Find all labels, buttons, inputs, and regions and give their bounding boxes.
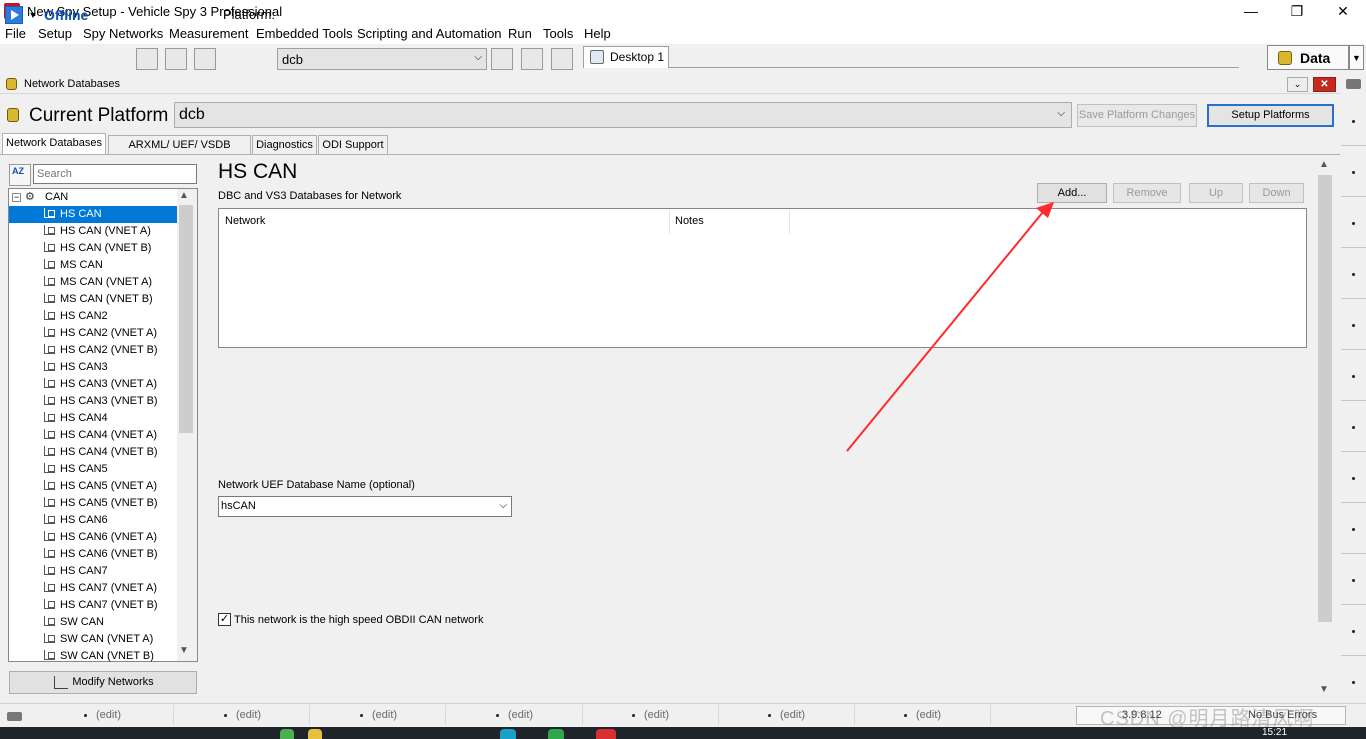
taskbar-clock: 15:21: [1262, 727, 1288, 738]
dock-divider: [1341, 196, 1366, 197]
status-cell-label: (edit): [96, 709, 122, 721]
dock-tab-marker[interactable]: [1352, 222, 1355, 225]
status-cell[interactable]: (edit): [768, 709, 805, 721]
dock-tab-marker[interactable]: [1352, 171, 1355, 174]
status-dot-icon: [904, 713, 907, 717]
status-dot-icon: [496, 713, 499, 717]
status-dot-icon: [768, 713, 771, 717]
dock-tab-marker[interactable]: [1352, 579, 1355, 582]
dock-tab-marker[interactable]: [1352, 120, 1355, 123]
dock-tab-marker[interactable]: [1352, 477, 1355, 480]
dock-divider: [1341, 247, 1366, 248]
status-cell[interactable]: (edit): [360, 709, 397, 721]
dock-tab-marker[interactable]: [1352, 426, 1355, 429]
status-cell[interactable]: (edit): [224, 709, 261, 721]
status-dot-icon: [224, 713, 227, 717]
taskbar-chat-icon[interactable]: [548, 729, 564, 739]
status-cell[interactable]: (edit): [904, 709, 941, 721]
status-cell-label: (edit): [644, 709, 670, 721]
status-divider: [173, 705, 174, 725]
dock-divider: [1341, 145, 1366, 146]
dock-divider: [1341, 502, 1366, 503]
status-dot-icon: [360, 713, 363, 717]
arrow-shaft: [846, 211, 1044, 452]
dock-tab-marker[interactable]: [1352, 528, 1355, 531]
status-divider: [718, 705, 719, 725]
status-divider: [445, 705, 446, 725]
dock-divider: [1341, 604, 1366, 605]
camera-icon[interactable]: [1346, 79, 1361, 89]
status-divider: [854, 705, 855, 725]
status-cell-label: (edit): [508, 709, 534, 721]
status-dot-icon: [84, 713, 87, 717]
status-dot-icon: [632, 713, 635, 717]
dock-tab-marker[interactable]: [1352, 273, 1355, 276]
taskbar: [0, 727, 1366, 739]
dock-tab-marker[interactable]: [1352, 375, 1355, 378]
dock-divider: [1341, 298, 1366, 299]
status-cell-label: (edit): [916, 709, 942, 721]
dock-divider: [1341, 400, 1366, 401]
dock-tab-marker[interactable]: [1352, 681, 1355, 684]
status-cell[interactable]: (edit): [84, 709, 121, 721]
status-cell-label: (edit): [236, 709, 262, 721]
camera-icon[interactable]: [7, 712, 22, 721]
dock-tab-marker[interactable]: [1352, 324, 1355, 327]
dock-divider: [1341, 655, 1366, 656]
dock-divider: [1341, 349, 1366, 350]
status-cell-label: (edit): [372, 709, 398, 721]
dock-divider: [1341, 553, 1366, 554]
version-label: 3.9.8.12: [1122, 709, 1162, 721]
taskbar-browser-icon[interactable]: [500, 729, 516, 739]
status-cell[interactable]: (edit): [496, 709, 533, 721]
status-divider: [309, 705, 310, 725]
dock-tab-marker[interactable]: [1352, 630, 1355, 633]
right-dock: [1340, 75, 1366, 700]
taskbar-vehiclespy-icon[interactable]: [596, 729, 616, 739]
taskbar-folder-icon[interactable]: [308, 729, 322, 739]
taskbar-app-icon[interactable]: [280, 729, 294, 739]
status-cell[interactable]: (edit): [632, 709, 669, 721]
arrow-head: [1036, 202, 1054, 218]
status-divider: [990, 705, 991, 725]
status-divider: [582, 705, 583, 725]
bus-status: No Bus Errors: [1248, 709, 1318, 721]
status-cell-label: (edit): [780, 709, 806, 721]
annotation-arrow: [846, 202, 1054, 452]
dock-divider: [1341, 451, 1366, 452]
